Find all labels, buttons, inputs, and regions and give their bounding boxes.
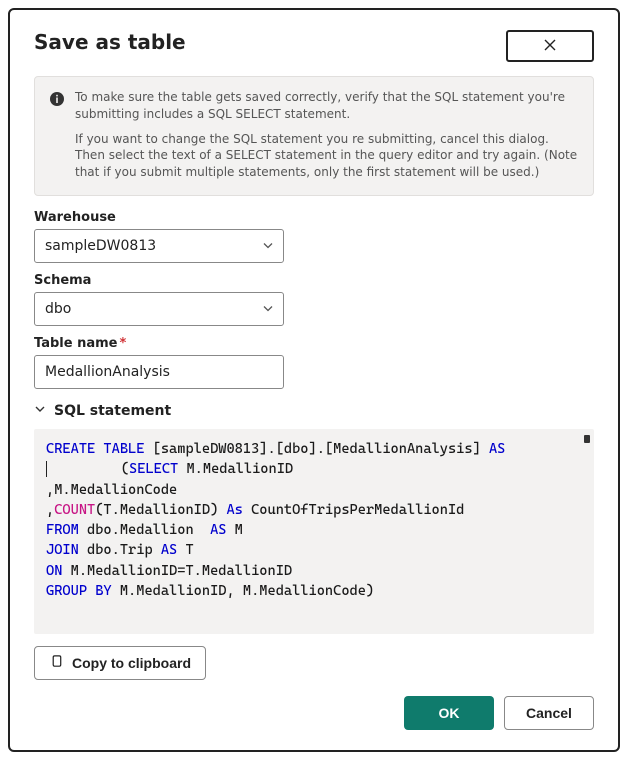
info-line-2: If you want to change the SQL statement … <box>75 131 579 181</box>
scrollbar-indicator <box>584 435 590 443</box>
dialog-header: Save as table <box>34 30 594 62</box>
warehouse-value: sampleDW0813 <box>45 238 156 254</box>
schema-select[interactable]: dbo <box>34 292 284 326</box>
info-line-1: To make sure the table gets saved correc… <box>75 89 579 123</box>
warehouse-select[interactable]: sampleDW0813 <box>34 229 284 263</box>
copy-label: Copy to clipboard <box>72 655 191 671</box>
close-button[interactable] <box>506 30 594 62</box>
sql-section-toggle[interactable]: SQL statement <box>34 403 594 419</box>
tablename-input[interactable] <box>34 355 284 389</box>
warehouse-label: Warehouse <box>34 210 594 225</box>
copy-icon <box>49 654 64 672</box>
tablename-field: Table name* <box>34 336 594 389</box>
cancel-button[interactable]: Cancel <box>504 696 594 730</box>
info-box: To make sure the table gets saved correc… <box>34 76 594 196</box>
sql-kw-create: CREATE TABLE <box>46 441 144 457</box>
ok-button[interactable]: OK <box>404 696 494 730</box>
schema-value: dbo <box>45 301 71 317</box>
save-as-table-dialog: Save as table To make sure the table get… <box>8 8 620 752</box>
copy-to-clipboard-button[interactable]: Copy to clipboard <box>34 646 206 680</box>
chevron-down-icon <box>34 403 46 419</box>
info-icon <box>49 91 65 181</box>
sql-section-label: SQL statement <box>54 403 171 419</box>
required-asterisk: * <box>119 336 126 351</box>
schema-field: Schema dbo <box>34 273 594 326</box>
schema-label: Schema <box>34 273 594 288</box>
sql-statement-box[interactable]: CREATE TABLE [sampleDW0813].[dbo].[Medal… <box>34 429 594 634</box>
info-text: To make sure the table gets saved correc… <box>75 89 579 181</box>
dialog-title: Save as table <box>34 30 186 54</box>
tablename-label: Table name* <box>34 336 594 351</box>
dialog-footer: OK Cancel <box>34 696 594 730</box>
close-icon <box>542 37 558 56</box>
warehouse-field: Warehouse sampleDW0813 <box>34 210 594 263</box>
